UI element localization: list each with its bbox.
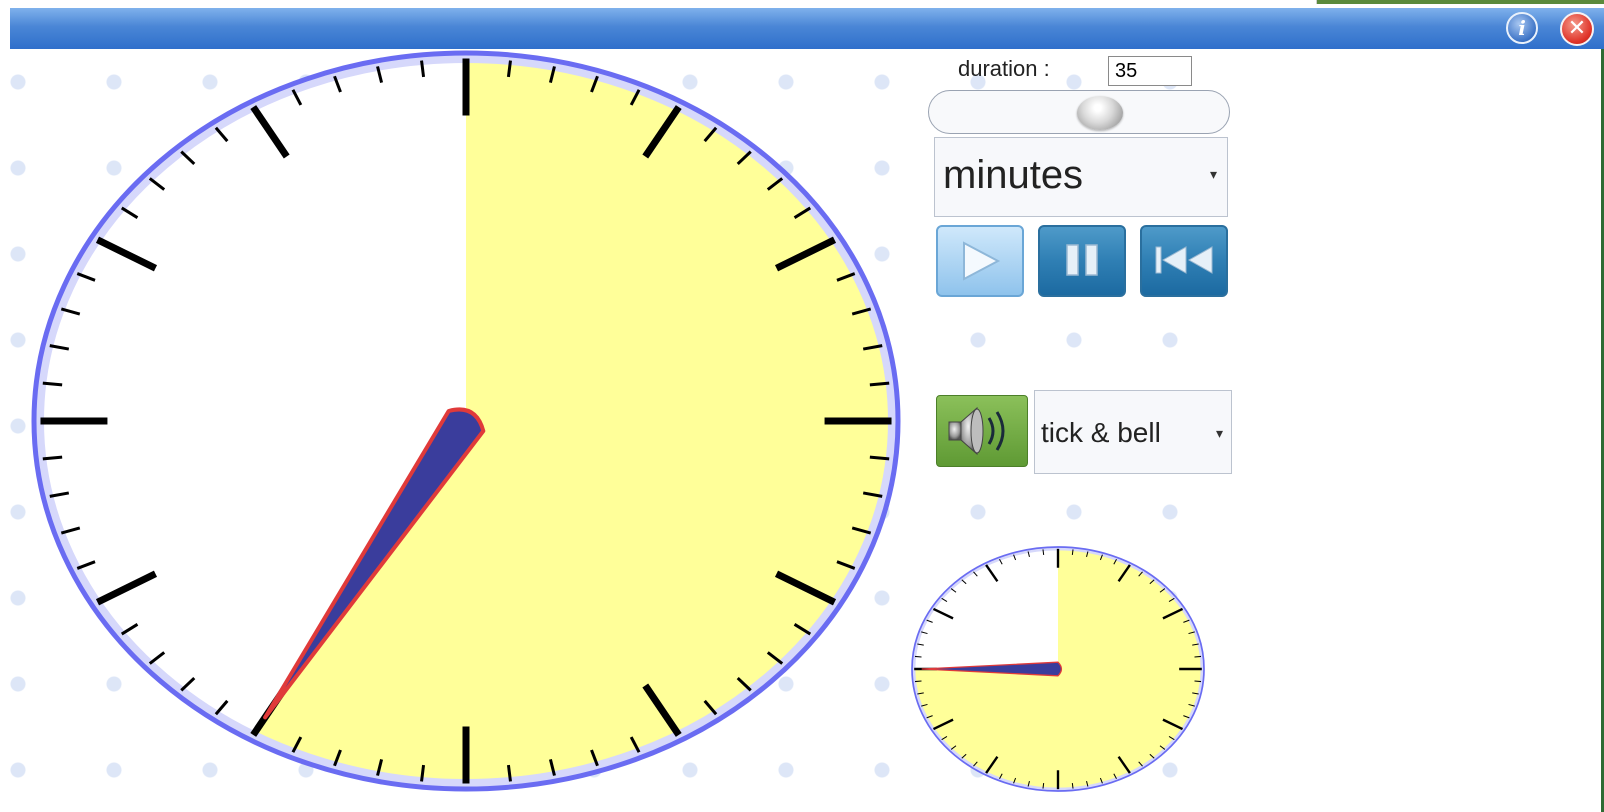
pause-button[interactable] xyxy=(1038,225,1126,297)
small-minor-tick xyxy=(1113,773,1117,780)
title-bar xyxy=(10,8,1604,49)
small-minor-tick xyxy=(1149,579,1155,585)
small-minor-tick xyxy=(1071,782,1074,789)
speaker-icon xyxy=(948,406,1005,456)
pause-icon xyxy=(1066,244,1098,276)
tab-edge xyxy=(1316,0,1604,4)
small-minor-tick xyxy=(999,558,1003,565)
small-minor-tick xyxy=(1192,692,1199,695)
small-major-tick xyxy=(985,564,999,582)
slider-thumb[interactable] xyxy=(1076,96,1123,130)
small-minor-tick xyxy=(1099,777,1103,784)
small-minor-tick xyxy=(1183,715,1190,719)
small-major-tick xyxy=(1117,564,1131,582)
small-minor-tick xyxy=(1168,735,1175,741)
small-minor-tick xyxy=(950,745,957,750)
small-minor-tick xyxy=(961,579,967,585)
small-minor-tick xyxy=(1188,631,1195,635)
duration-input[interactable] xyxy=(1108,56,1192,86)
small-minor-tick xyxy=(1138,571,1143,577)
small-minor-tick xyxy=(941,735,948,741)
small-minor-tick xyxy=(1013,554,1017,561)
dropdown-arrow-icon: ▾ xyxy=(1209,166,1217,182)
big-minor-tick xyxy=(869,455,890,461)
big-minor-tick xyxy=(42,381,63,387)
small-minor-tick xyxy=(950,588,957,593)
small-minor-tick xyxy=(1099,554,1103,561)
small-minor-tick xyxy=(1013,777,1017,784)
small-minor-tick xyxy=(1042,782,1045,789)
big-minor-tick xyxy=(869,381,890,387)
small-time-sector xyxy=(912,547,1204,791)
small-minor-tick xyxy=(1188,703,1195,707)
small-minor-tick xyxy=(1027,551,1030,557)
small-minor-tick xyxy=(999,773,1003,780)
small-minor-tick xyxy=(1138,761,1143,767)
small-major-tick xyxy=(932,718,954,731)
big-clock xyxy=(31,50,901,792)
small-major-tick xyxy=(932,607,954,620)
small-major-tick xyxy=(1117,756,1131,774)
play-button[interactable] xyxy=(936,225,1024,297)
big-minor-tick xyxy=(506,60,512,78)
small-minor-tick xyxy=(1159,745,1166,750)
skip-to-start-icon xyxy=(1155,246,1213,274)
unit-select-value: minutes xyxy=(943,153,1084,197)
small-rim-inner xyxy=(912,547,1205,792)
small-minor-tick xyxy=(1149,753,1155,759)
duration-slider[interactable] xyxy=(928,90,1230,134)
unit-select[interactable]: minutes ▾ xyxy=(934,137,1228,217)
small-major-tick xyxy=(1162,607,1184,620)
small-minor-tick xyxy=(973,571,978,577)
reset-button[interactable] xyxy=(1140,225,1228,297)
small-major-tick xyxy=(985,756,999,774)
big-minor-tick xyxy=(506,764,512,782)
small-minor-tick xyxy=(1192,643,1199,646)
small-minor-tick xyxy=(1168,597,1175,603)
small-minor-tick xyxy=(1159,588,1166,593)
small-clock-hand xyxy=(921,661,1063,677)
small-minor-tick xyxy=(1086,551,1089,557)
big-minor-tick xyxy=(42,455,63,461)
timer-stage xyxy=(10,49,1604,812)
small-minor-tick xyxy=(1113,558,1117,565)
small-rim xyxy=(911,546,1205,792)
duration-label: duration : xyxy=(958,56,1050,81)
small-minor-tick xyxy=(1183,619,1190,623)
small-minor-tick xyxy=(1027,781,1030,787)
small-minor-tick xyxy=(1071,549,1074,556)
blank-panel xyxy=(1210,49,1600,812)
small-minor-tick xyxy=(1086,781,1089,787)
close-icon[interactable]: ✕ xyxy=(1560,12,1594,46)
sound-button[interactable] xyxy=(936,395,1028,467)
small-minor-tick xyxy=(1194,655,1202,658)
info-icon[interactable]: i xyxy=(1506,12,1538,44)
sound-select-value: tick & bell xyxy=(1041,417,1161,448)
small-face xyxy=(912,547,1204,791)
dropdown-arrow-icon: ▾ xyxy=(1215,425,1223,441)
small-minor-tick xyxy=(941,597,948,603)
small-minor-tick xyxy=(961,753,967,759)
play-icon xyxy=(963,241,1001,281)
sound-select[interactable]: tick & bell ▾ xyxy=(1034,390,1232,474)
small-minor-tick xyxy=(973,761,978,767)
small-major-tick xyxy=(1162,718,1184,731)
small-minor-tick xyxy=(1042,549,1045,556)
big-minor-tick xyxy=(420,60,426,78)
small-minor-tick xyxy=(1194,680,1202,683)
big-minor-tick xyxy=(420,764,426,782)
